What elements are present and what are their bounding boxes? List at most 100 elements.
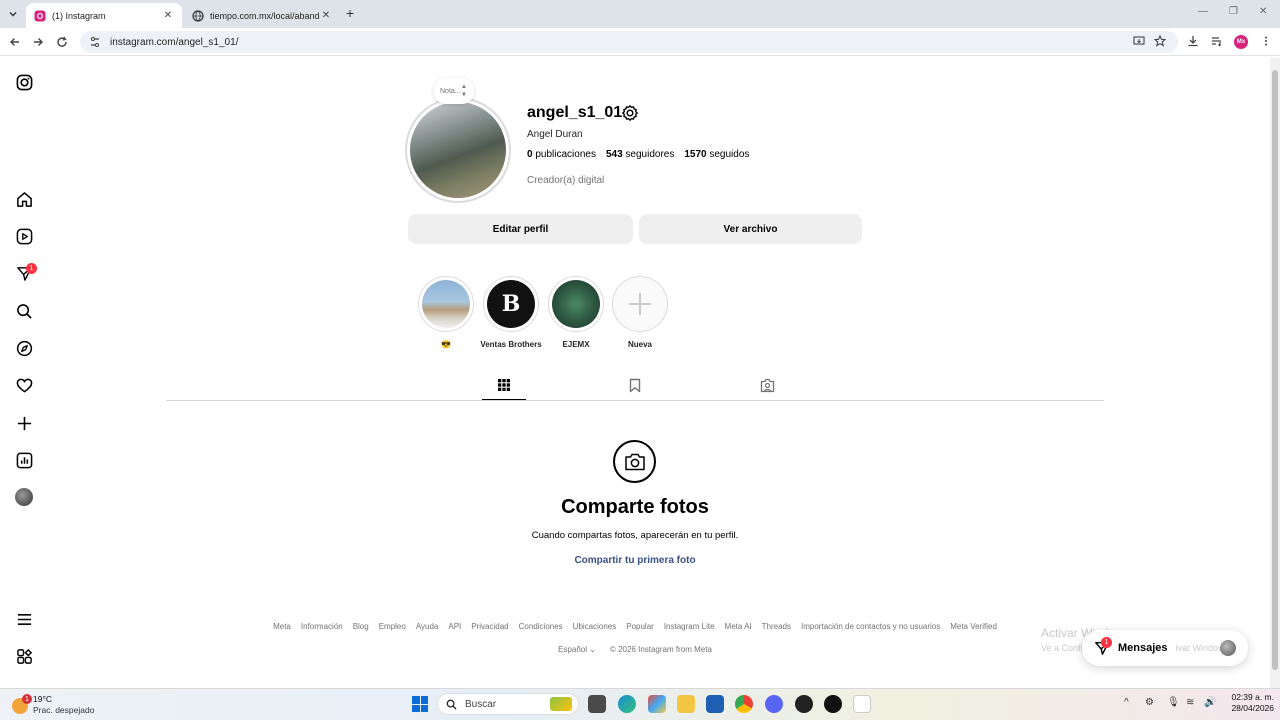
file-explorer-icon[interactable] — [677, 695, 695, 713]
forward-icon[interactable] — [30, 34, 46, 50]
profile-picture[interactable] — [405, 97, 511, 203]
weather-widget[interactable]: 1 19°C Prac. despejado — [12, 694, 102, 718]
minimize-icon[interactable]: — — [1198, 6, 1208, 17]
url-text: instagram.com/angel_s1_01/ — [110, 36, 239, 48]
footer-link[interactable]: Condiciones — [519, 622, 563, 631]
footer-link[interactable]: Popular — [626, 622, 654, 631]
instagram-logo-icon[interactable] — [15, 73, 33, 91]
note-bubble[interactable]: Nota... — [434, 78, 474, 104]
tab-posts[interactable] — [482, 376, 526, 401]
tab-saved[interactable] — [613, 376, 657, 400]
clock-date: 28/04/2026 — [1231, 703, 1274, 713]
footer-link[interactable]: Ubicaciones — [573, 622, 617, 631]
browser-profile-avatar[interactable]: Mx — [1234, 35, 1248, 49]
footer-link[interactable]: Meta Verified — [950, 622, 997, 631]
search-icon[interactable] — [15, 302, 33, 320]
bookmark-star-icon[interactable] — [1152, 33, 1168, 49]
footer-link[interactable]: Ayuda — [416, 622, 439, 631]
footer-link[interactable]: Instagram Lite — [664, 622, 715, 631]
edge-browser-icon[interactable] — [618, 695, 636, 713]
new-tab-icon[interactable]: + — [346, 5, 354, 21]
messages-pill[interactable]: Mensajes ivar Windows — [1082, 630, 1248, 666]
browser-tab-bar: (1) Instagram ✕ tiempo.com.mx/local/aban… — [0, 0, 1280, 28]
site-info-icon[interactable] — [88, 35, 102, 49]
close-window-icon[interactable]: ✕ — [1259, 6, 1267, 17]
heart-icon[interactable] — [15, 376, 33, 394]
search-highlight-icon — [550, 697, 572, 711]
chevron-down-icon: ⌄ — [589, 645, 596, 654]
highlight-item[interactable]: 😎 — [417, 276, 475, 349]
tab-close-icon[interactable]: ✕ — [320, 10, 332, 21]
footer-link[interactable]: Empleo — [379, 622, 406, 631]
discord-icon[interactable] — [765, 695, 783, 713]
microphone-icon[interactable]: 🎙 — [1167, 697, 1180, 708]
footer-link[interactable]: Threads — [762, 622, 791, 631]
footer-link[interactable]: Meta AI — [725, 622, 752, 631]
posts-stat: 0 publicaciones — [527, 149, 596, 160]
downloads-icon[interactable] — [1185, 33, 1201, 49]
profile-full-name: Angel Duran — [527, 129, 583, 140]
clock-time: 02:39 a. m. — [1231, 692, 1274, 702]
meta-apps-icon[interactable] — [15, 647, 33, 665]
volume-icon[interactable]: 🔊 — [1204, 697, 1216, 708]
tab-tagged[interactable] — [745, 376, 789, 400]
share-first-photo-link[interactable]: Compartir tu primera foto — [440, 555, 830, 566]
store-app-icon[interactable] — [648, 695, 666, 713]
dashboard-chart-icon[interactable] — [15, 451, 33, 469]
language-select[interactable]: Español ⌄ — [558, 645, 596, 654]
app-icon[interactable] — [795, 695, 813, 713]
highlight-item[interactable]: B Ventas Brothers — [480, 276, 542, 349]
more-menu-icon[interactable] — [15, 610, 33, 628]
following-stat[interactable]: 1570 seguidos — [684, 149, 749, 160]
edit-profile-button[interactable]: Editar perfil — [408, 214, 633, 244]
weather-badge: 1 — [22, 694, 32, 704]
install-app-icon[interactable] — [1131, 33, 1147, 49]
create-plus-icon[interactable] — [15, 414, 33, 432]
chrome-icon[interactable] — [735, 695, 753, 713]
media-controls-icon[interactable] — [1209, 33, 1225, 49]
profile-category: Creador(a) digital — [527, 175, 605, 186]
address-bar[interactable]: instagram.com/angel_s1_01/ — [80, 31, 1178, 53]
footer-link[interactable]: API — [448, 622, 461, 631]
reels-icon[interactable] — [15, 227, 33, 245]
tab-tiempo[interactable]: tiempo.com.mx/local/abandone ✕ — [184, 3, 340, 28]
followers-stat[interactable]: 543 seguidores — [606, 149, 674, 160]
footer-link[interactable]: Blog — [353, 622, 369, 631]
microsoft-store-icon[interactable] — [706, 695, 724, 713]
camera-icon — [613, 440, 656, 483]
copyright-text: © 2026 Instagram from Meta — [609, 645, 712, 654]
maximize-icon[interactable]: ❐ — [1229, 6, 1238, 17]
tray-chevron-icon[interactable]: ^ — [1124, 697, 1129, 708]
highlight-item[interactable]: EJEMX — [547, 276, 605, 349]
taskbar-search-input[interactable]: Buscar — [437, 693, 579, 715]
settings-gear-icon[interactable] — [621, 104, 639, 122]
capcut-icon[interactable] — [853, 695, 871, 713]
footer-links: Meta Información Blog Empleo Ayuda API P… — [166, 622, 1104, 631]
footer-link[interactable]: Información — [301, 622, 343, 631]
windows-start-icon[interactable] — [412, 696, 428, 712]
highlight-label: Nueva — [627, 340, 652, 349]
page-scrollbar[interactable] — [1270, 58, 1280, 688]
tab-close-icon[interactable]: ✕ — [162, 10, 174, 21]
footer-bottom: Español ⌄ © 2026 Instagram from Meta — [166, 645, 1104, 654]
taskbar-clock[interactable]: 02:39 a. m. 28/04/2026 — [1222, 692, 1274, 714]
footer-link[interactable]: Meta — [273, 622, 291, 631]
tab-instagram[interactable]: (1) Instagram ✕ — [26, 3, 182, 28]
new-highlight-button[interactable]: Nueva — [611, 276, 669, 349]
reload-icon[interactable] — [54, 34, 70, 50]
windows-taskbar — [0, 688, 1280, 720]
browser-menu-icon[interactable] — [1258, 33, 1274, 49]
brothers-logo-icon: B — [487, 280, 535, 328]
task-view-icon[interactable] — [588, 695, 606, 713]
back-icon[interactable] — [7, 34, 23, 50]
tab-search-button[interactable] — [5, 6, 21, 22]
home-icon[interactable] — [15, 190, 33, 208]
tray-app-icon[interactable]: ⚙ — [1145, 697, 1154, 708]
media-player-icon[interactable] — [824, 695, 842, 713]
footer-link[interactable]: Privacidad — [471, 622, 508, 631]
profile-avatar[interactable] — [15, 488, 33, 506]
footer-link[interactable]: Importación de contactos y no usuarios — [801, 622, 940, 631]
explore-compass-icon[interactable] — [15, 339, 33, 357]
view-archive-button[interactable]: Ver archivo — [639, 214, 862, 244]
wifi-icon[interactable]: ≋ — [1186, 697, 1194, 708]
